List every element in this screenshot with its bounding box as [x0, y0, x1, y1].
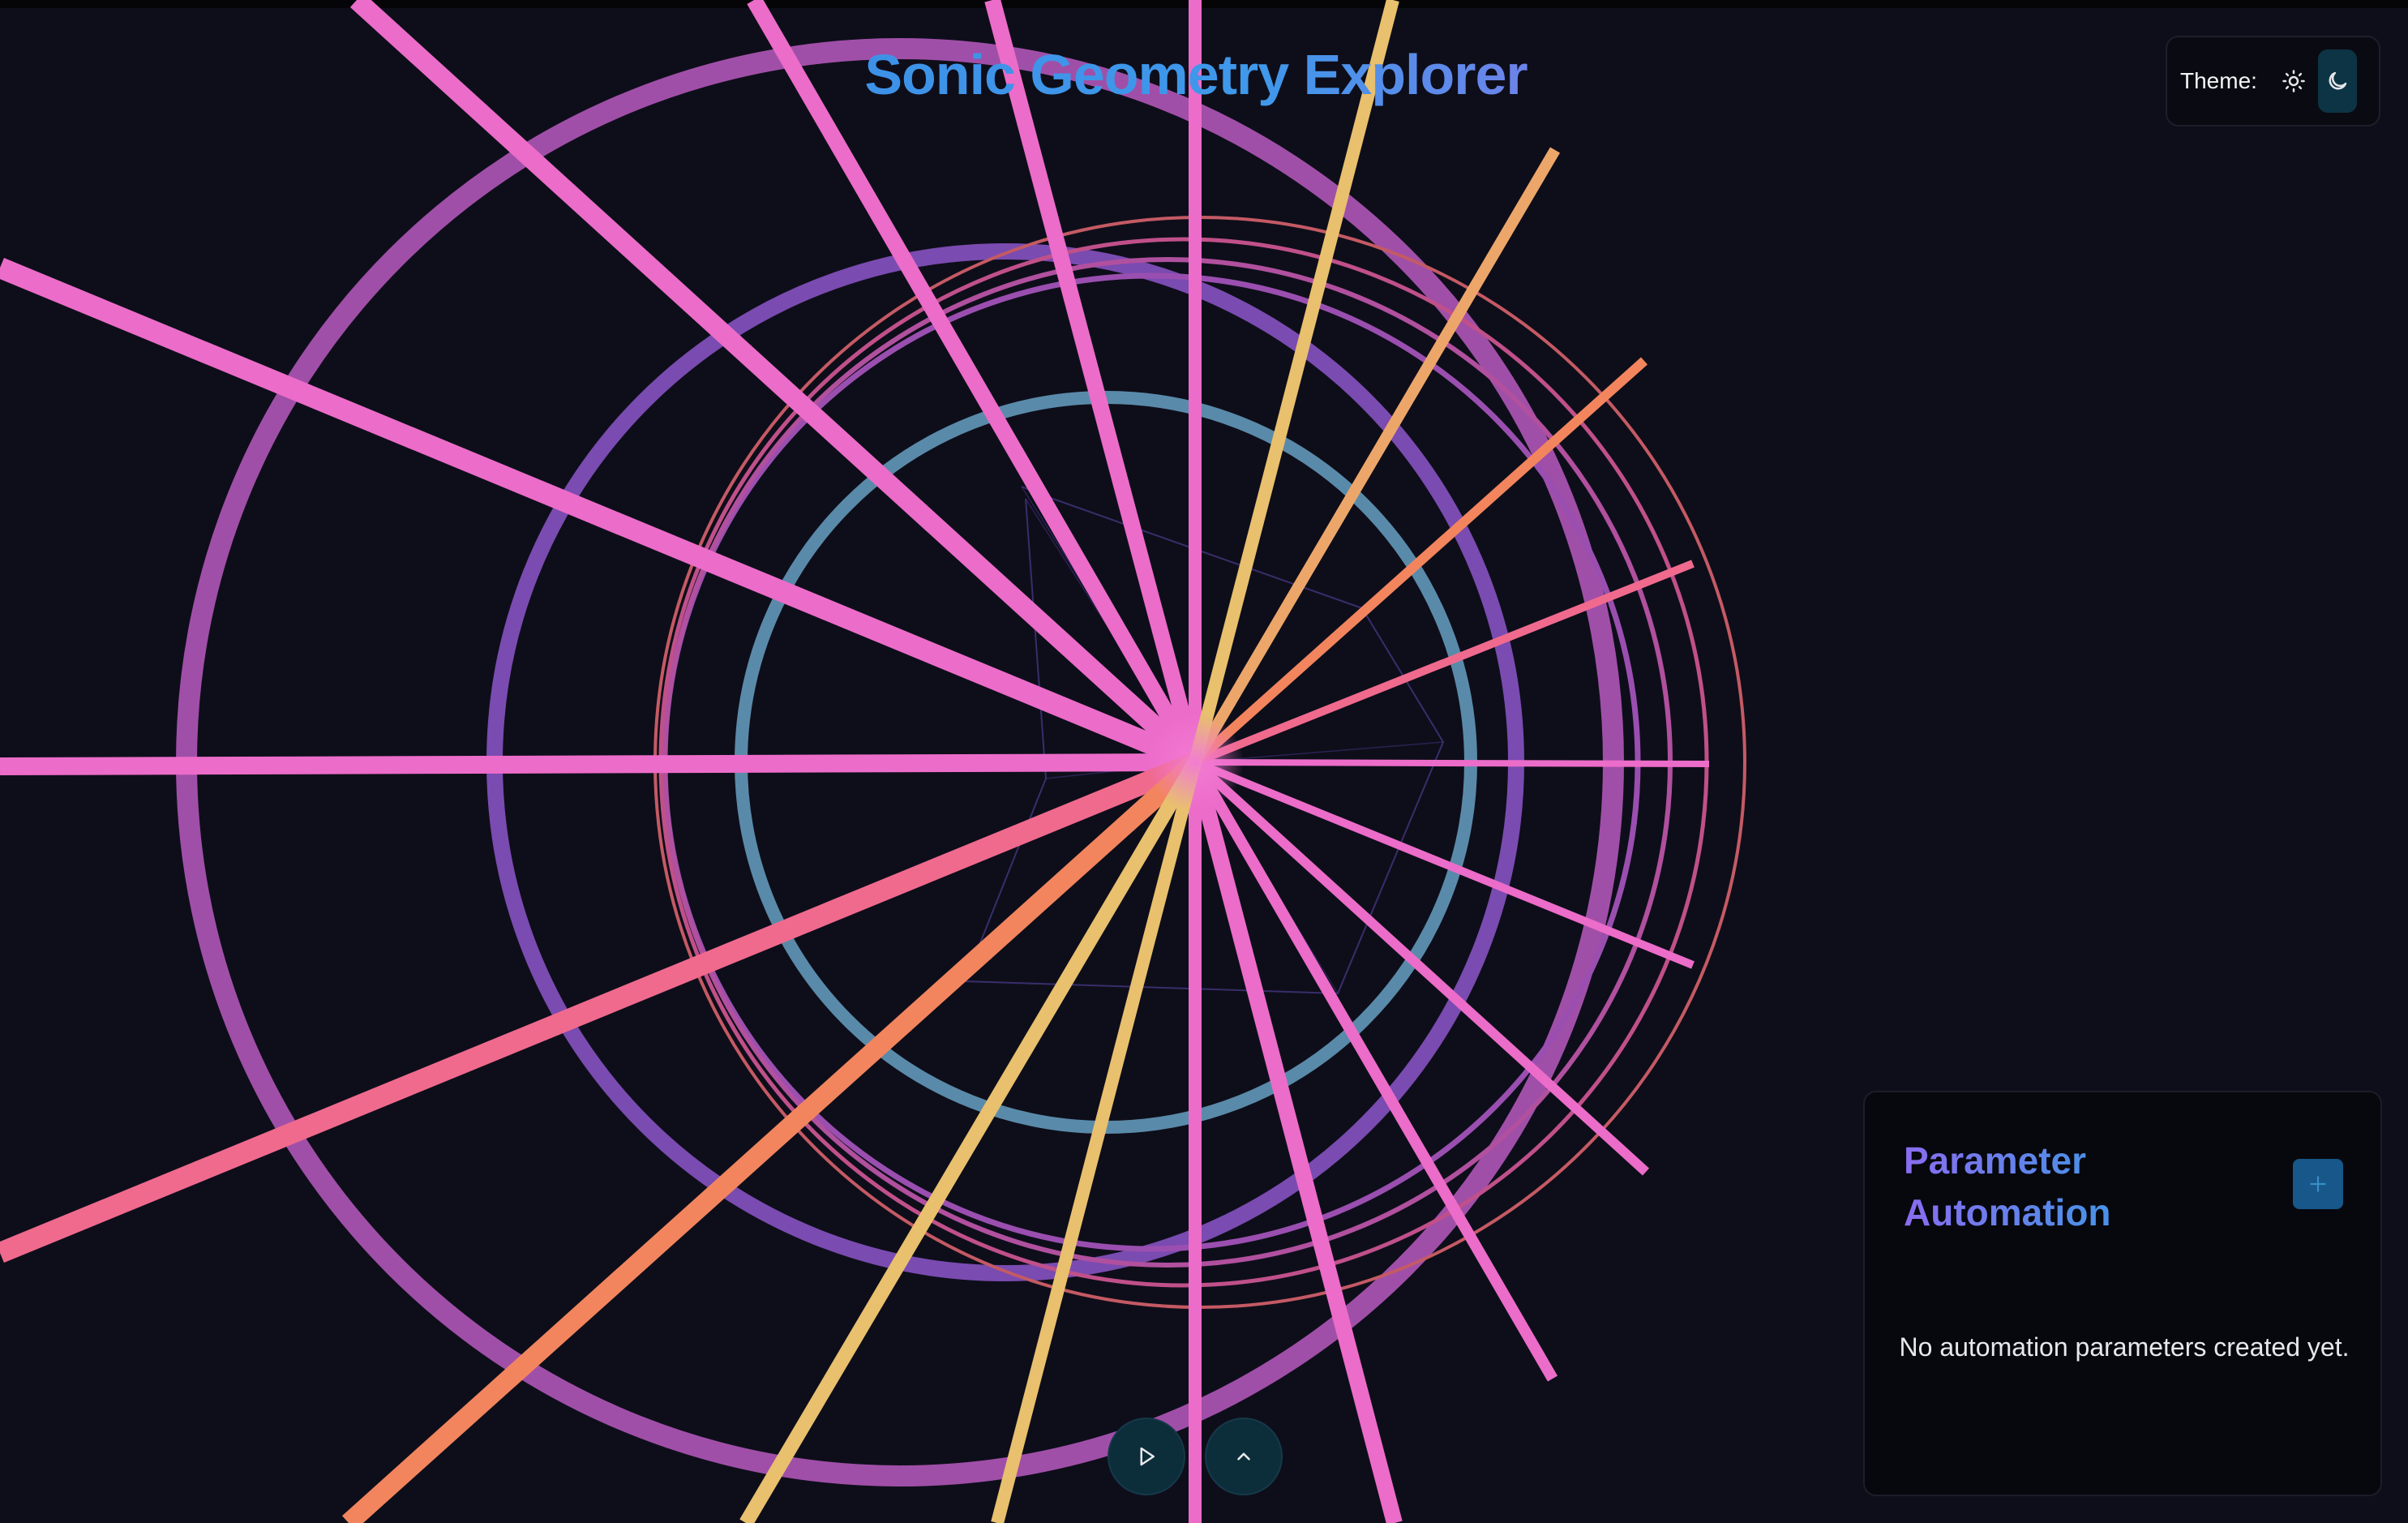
moon-icon — [2329, 71, 2347, 90]
ray — [0, 257, 1199, 773]
ray — [0, 752, 1199, 1263]
ray — [349, 0, 1202, 770]
panel-title: Parameter Automation — [1904, 1135, 2196, 1238]
dark-theme-button[interactable] — [2318, 49, 2357, 113]
ray — [1189, 0, 1399, 765]
light-theme-button[interactable] — [2274, 49, 2313, 113]
theme-switcher: Theme: — [2166, 36, 2380, 127]
ray — [984, 0, 1203, 765]
ray — [739, 758, 1202, 1523]
plus-icon — [2310, 1176, 2326, 1192]
empty-state-message: No automation parameters created yet. — [1899, 1332, 2350, 1362]
play-icon — [1140, 1447, 1155, 1466]
expand-controls-button[interactable] — [1205, 1418, 1283, 1495]
ray — [991, 760, 1202, 1523]
ray — [747, 0, 1202, 767]
chevron-up-icon — [1237, 1452, 1250, 1461]
ray — [0, 753, 1196, 775]
parameter-automation-panel: Parameter Automation No automation param… — [1863, 1091, 2382, 1496]
center-glow — [1146, 714, 1244, 811]
page-title: Sonic Geometry Explorer — [864, 43, 1527, 106]
ray — [1194, 759, 1710, 767]
add-parameter-button[interactable] — [2293, 1159, 2343, 1209]
ray — [341, 755, 1202, 1523]
play-button[interactable] — [1108, 1418, 1185, 1495]
theme-label: Theme: — [2180, 68, 2257, 93]
sun-icon — [2282, 70, 2305, 92]
